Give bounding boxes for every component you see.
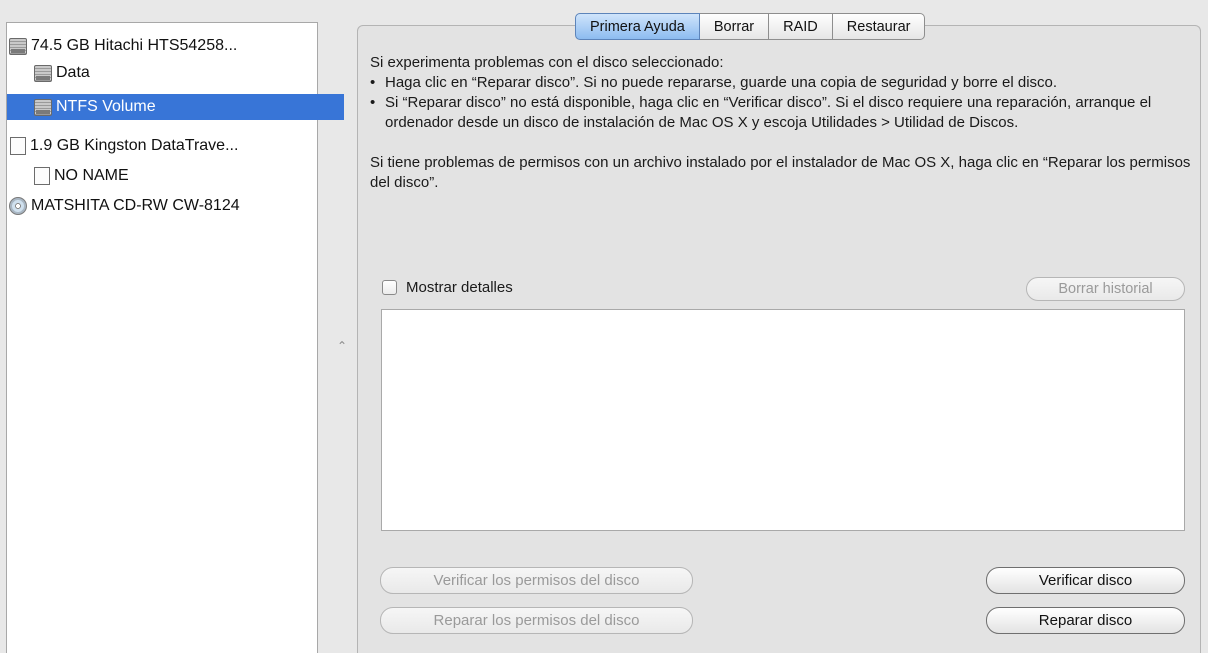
sidebar-item-label: 74.5 GB Hitachi HTS54258... — [31, 37, 238, 54]
sidebar-item-label: NTFS Volume — [56, 98, 156, 115]
sidebar-item-optical-drive[interactable]: MATSHITA CD-RW CW-8124 — [7, 193, 319, 219]
hard-disk-icon — [34, 98, 52, 116]
tab-bar: Primera Ayuda Borrar RAID Restaurar — [575, 13, 926, 40]
hard-disk-icon — [9, 37, 27, 55]
first-aid-instructions: Si experimenta problemas con el disco se… — [370, 53, 1196, 193]
split-view-handle[interactable]: ⌃ — [337, 340, 347, 352]
sidebar-item-label: 1.9 GB Kingston DataTrave... — [30, 137, 239, 154]
verify-permissions-button[interactable]: Verificar los permisos del disco — [380, 567, 693, 594]
sidebar-item-ntfs-volume[interactable]: NTFS Volume — [7, 94, 344, 120]
usb-drive-icon — [10, 137, 26, 155]
show-details-row[interactable]: Mostrar detalles — [382, 279, 513, 296]
bullet-text: Haga clic en “Reparar disco”. Si no pued… — [385, 74, 1058, 91]
tab-raid[interactable]: RAID — [769, 13, 833, 40]
instructions-bullet: • Si “Reparar disco” no está disponible,… — [370, 93, 1196, 133]
sidebar-item-no-name-volume[interactable]: NO NAME — [7, 163, 344, 189]
show-details-label: Mostrar detalles — [406, 279, 513, 296]
disk-list-sidebar[interactable]: 74.5 GB Hitachi HTS54258... Data NTFS Vo… — [6, 22, 344, 653]
sidebar-item-label: NO NAME — [54, 167, 129, 184]
sidebar-item-label: Data — [56, 64, 90, 81]
sidebar-item-hitachi-disk[interactable]: 74.5 GB Hitachi HTS54258... — [7, 33, 319, 59]
bullet-text: Si “Reparar disco” no está disponible, h… — [385, 94, 1152, 131]
instructions-bullet: • Haga clic en “Reparar disco”. Si no pu… — [370, 73, 1196, 93]
sidebar-item-data-volume[interactable]: Data — [7, 60, 344, 86]
tab-restore[interactable]: Restaurar — [832, 13, 926, 40]
tab-first-aid[interactable]: Primera Ayuda — [575, 13, 700, 40]
instructions-intro: Si experimenta problemas con el disco se… — [370, 54, 724, 71]
bullet-mark: • — [370, 94, 376, 111]
repair-disk-button[interactable]: Reparar disco — [986, 607, 1185, 634]
repair-permissions-button[interactable]: Reparar los permisos del disco — [380, 607, 693, 634]
usb-drive-icon — [34, 167, 50, 185]
verify-disk-button[interactable]: Verificar disco — [986, 567, 1185, 594]
bullet-mark: • — [370, 74, 376, 91]
optical-disc-icon — [9, 197, 27, 215]
hard-disk-icon — [34, 64, 52, 82]
permissions-instructions: Si tiene problemas de permisos con un ar… — [370, 154, 1191, 191]
sidebar-item-label: MATSHITA CD-RW CW-8124 — [31, 197, 240, 214]
tab-erase[interactable]: Borrar — [699, 13, 770, 40]
show-details-checkbox[interactable] — [382, 280, 397, 295]
first-aid-log[interactable] — [381, 309, 1185, 531]
sidebar-item-kingston-disk[interactable]: 1.9 GB Kingston DataTrave... — [7, 133, 320, 159]
clear-history-button[interactable]: Borrar historial — [1026, 277, 1185, 301]
